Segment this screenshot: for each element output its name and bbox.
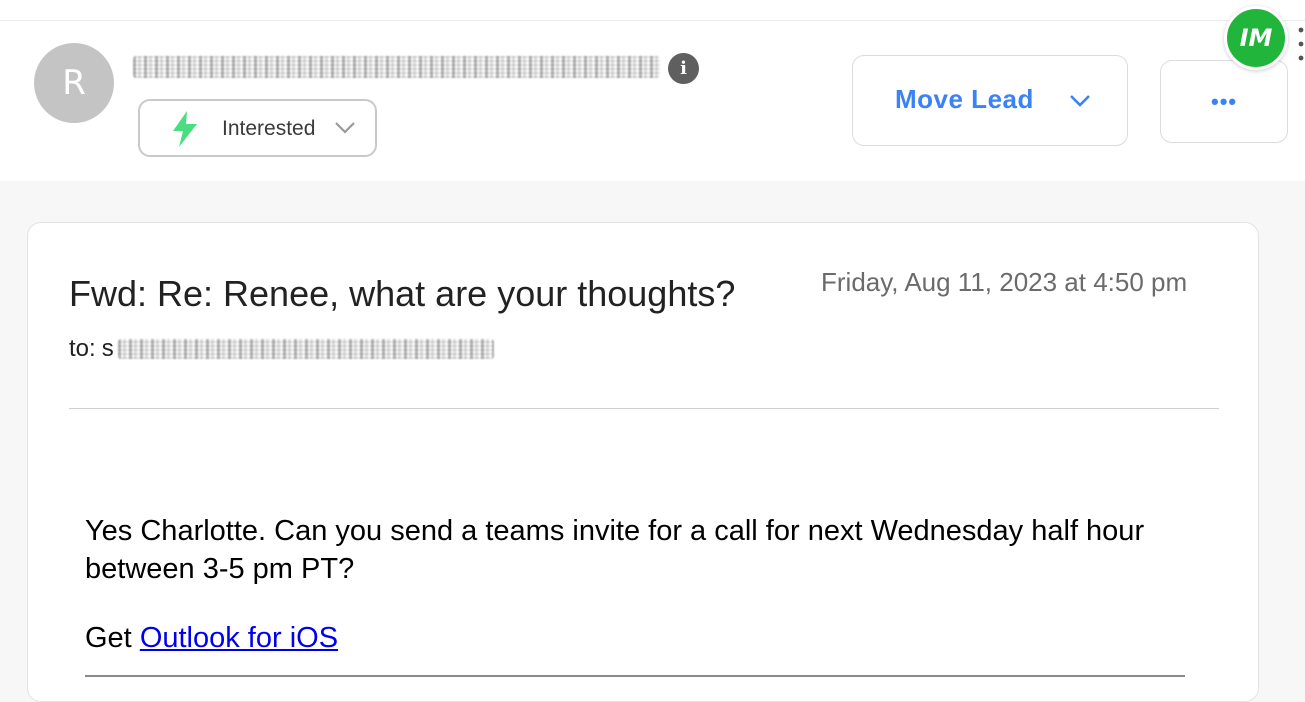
avatar-initial: R — [62, 63, 86, 103]
to-label: to: — [69, 335, 96, 362]
more-horizontal-icon: ••• — [1211, 89, 1238, 114]
more-options-button[interactable]: ••• — [1160, 60, 1288, 143]
signature-prefix: Get — [85, 622, 140, 654]
kebab-vertical-icon[interactable] — [1297, 24, 1305, 64]
top-divider — [0, 20, 1305, 21]
info-icon[interactable]: i — [668, 53, 699, 84]
extension-logo-text: IM — [1239, 24, 1273, 52]
move-lead-button[interactable]: Move Lead — [852, 55, 1128, 146]
outlook-ios-link[interactable]: Outlook for iOS — [140, 622, 338, 654]
email-body: Yes Charlotte. Can you send a teams invi… — [85, 515, 1145, 585]
email-date: Friday, Aug 11, 2023 at 4:50 pm — [821, 267, 1188, 297]
extension-logo[interactable]: IM — [1224, 6, 1288, 70]
avatar: R — [34, 43, 114, 123]
header-divider — [69, 408, 1219, 409]
move-lead-label: Move Lead — [895, 84, 1034, 114]
email-recipient: to: s — [69, 335, 494, 363]
signature-divider — [85, 675, 1185, 677]
lead-header: R i Interested Move Lead ••• IM — [0, 0, 1305, 181]
status-dropdown[interactable]: Interested — [138, 99, 377, 157]
lightning-bolt-icon — [173, 111, 197, 147]
chevron-down-icon — [1070, 95, 1090, 107]
email-card: Fwd: Re: Renee, what are your thoughts? … — [27, 222, 1259, 702]
to-visible-start: s — [101, 335, 114, 362]
chevron-down-icon — [335, 122, 355, 134]
lead-email-redacted — [133, 56, 660, 78]
signature-line: Get Outlook for iOS — [85, 622, 338, 655]
email-subject: Fwd: Re: Renee, what are your thoughts? — [69, 273, 736, 314]
recipient-redacted — [117, 339, 494, 359]
status-label: Interested — [222, 117, 316, 140]
